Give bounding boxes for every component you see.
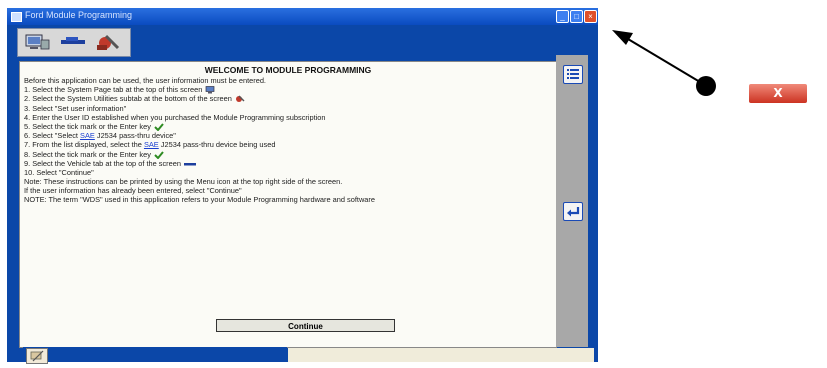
annotation-pointer: [612, 30, 716, 96]
close-x-callout: X: [749, 84, 807, 103]
